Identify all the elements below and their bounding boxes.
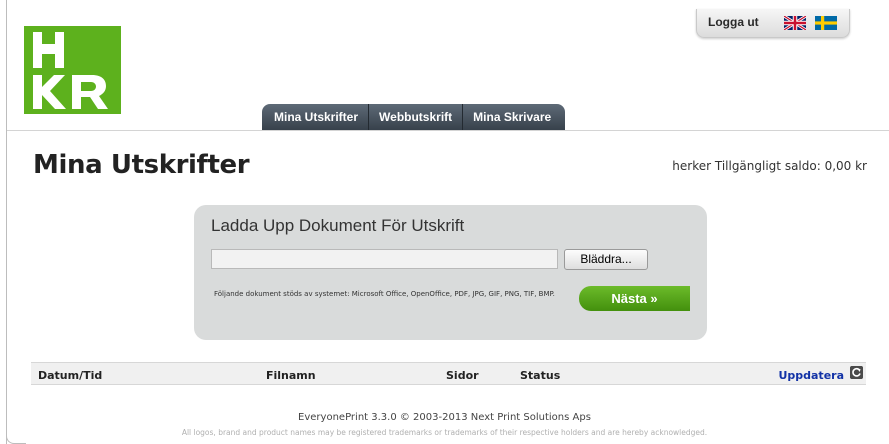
- main-nav: Mina Utskrifter Webbutskrift Mina Skriva…: [262, 104, 566, 130]
- next-button[interactable]: Nästa »: [579, 286, 690, 311]
- page-frame-corner: [6, 436, 26, 444]
- logout-link[interactable]: Logga ut: [708, 15, 759, 29]
- swedish-flag-icon[interactable]: [815, 16, 837, 30]
- tab-mina-skrivare[interactable]: Mina Skrivare: [463, 104, 565, 130]
- column-header-pages[interactable]: Sidor: [446, 369, 479, 382]
- footer-trademark: All logos, brand and product names may b…: [181, 428, 708, 437]
- tab-mina-utskrifter[interactable]: Mina Utskrifter: [262, 104, 370, 130]
- upload-title: Ladda Upp Dokument För Utskrift: [211, 216, 465, 235]
- column-header-filename[interactable]: Filnamn: [266, 369, 316, 382]
- column-header-date[interactable]: Datum/Tid: [38, 369, 102, 382]
- header-divider: [7, 130, 889, 131]
- tab-webbutskrift[interactable]: Webbutskrift: [369, 104, 464, 130]
- jobs-table-header: Datum/Tid Filnamn Sidor Status Uppdatera: [31, 362, 866, 385]
- page-title: Mina Utskrifter: [33, 150, 250, 180]
- upload-panel: Ladda Upp Dokument För Utskrift Bläddra.…: [194, 205, 707, 340]
- footer-version: EveryonePrint 3.3.0 © 2003-2013 Next Pri…: [298, 412, 591, 423]
- english-flag-icon[interactable]: [784, 16, 806, 30]
- refresh-icon[interactable]: [850, 366, 863, 379]
- column-header-status[interactable]: Status: [520, 369, 560, 382]
- hkr-logo: [24, 26, 121, 114]
- utility-bar: Logga ut: [696, 9, 850, 38]
- supported-formats-text: Följande dokument stöds av systemet: Mic…: [214, 290, 555, 298]
- refresh-link[interactable]: Uppdatera: [778, 369, 844, 382]
- account-balance: herker Tillgängligt saldo: 0,00 kr: [672, 159, 867, 173]
- browse-button[interactable]: Bläddra...: [564, 249, 648, 270]
- file-path-input[interactable]: [211, 249, 558, 269]
